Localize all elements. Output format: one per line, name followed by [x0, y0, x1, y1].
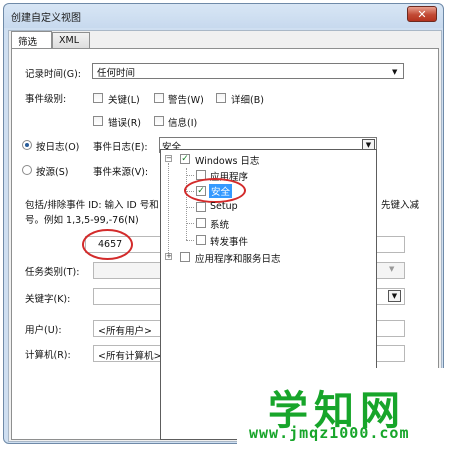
chevron-down-icon: ▼ [389, 265, 395, 273]
event-id-example: 号。例如 1,3,5-99,-76(N) [25, 215, 139, 226]
level-info-checkbox[interactable] [154, 116, 164, 126]
event-log-label: 事件日志(E): [93, 142, 148, 153]
logged-select[interactable]: 任何时间 [92, 63, 404, 79]
level-error-checkbox[interactable] [93, 116, 103, 126]
tree-line [186, 168, 187, 240]
chevron-down-icon: ▼ [365, 141, 372, 149]
tree-line [186, 175, 194, 176]
app-services-logs-checkbox[interactable] [180, 252, 190, 262]
level-verbose-checkbox[interactable] [216, 93, 226, 103]
user-label: 用户(U): [25, 325, 62, 336]
keywords-label: 关键字(K): [25, 294, 71, 305]
by-log-label: 按日志(O) [36, 142, 80, 153]
event-id-highlight-ring [82, 229, 133, 260]
by-source-radio[interactable] [22, 165, 32, 175]
by-log-radio[interactable] [22, 140, 32, 150]
event-source-label: 事件来源(V): [93, 167, 149, 178]
close-icon: ✕ [417, 7, 427, 21]
event-id-description: 包括/排除事件 ID: 输入 ID 号和 [25, 200, 159, 211]
task-category-label: 任务类别(T): [25, 267, 80, 278]
tree-app-services-logs: 应用程序和服务日志 [195, 254, 281, 265]
tab-filter[interactable]: 筛选器 [11, 31, 52, 62]
level-error-label: 错误(R) [108, 118, 142, 129]
windows-logs-checkbox[interactable]: ✓ [180, 154, 190, 164]
tree-item-setup[interactable]: Setup [210, 201, 238, 212]
level-warning-label: 警告(W) [168, 95, 204, 106]
level-critical-checkbox[interactable] [93, 93, 103, 103]
tree-collapse-toggle[interactable]: − [165, 155, 172, 162]
keywords-dropdown-arrow[interactable]: ▼ [388, 290, 401, 302]
level-verbose-label: 详细(B) [231, 95, 264, 106]
computer-value: <所有计算机> [98, 351, 162, 362]
by-source-label: 按源(S) [36, 167, 69, 178]
level-critical-label: 关键(L) [108, 95, 140, 106]
tree-expand-toggle[interactable]: + [165, 253, 172, 260]
tree-line [186, 207, 194, 208]
chevron-down-icon: ▼ [392, 68, 398, 76]
level-warning-checkbox[interactable] [154, 93, 164, 103]
log-setup-checkbox[interactable] [196, 202, 206, 212]
close-button[interactable]: ✕ [407, 6, 437, 22]
computer-label: 计算机(R): [25, 350, 71, 361]
level-info-label: 信息(I) [168, 118, 198, 129]
event-level-label: 事件级别: [25, 94, 67, 105]
watermark-url: www.jmqz1000.com [249, 424, 410, 442]
security-highlight-ring [184, 178, 246, 203]
tree-item-forwarded-events[interactable]: 转发事件 [210, 234, 248, 248]
tree-windows-logs: Windows 日志 [195, 156, 260, 167]
tree-line [168, 163, 169, 255]
window-title: 创建自定义视图 [11, 13, 81, 24]
tree-line [186, 223, 194, 224]
logged-value: 任何时间 [97, 68, 136, 79]
user-value: <所有用户> [98, 326, 152, 337]
chevron-down-icon: ▼ [391, 292, 398, 300]
logged-label: 记录时间(G): [25, 69, 81, 80]
event-id-description-right: 先键入减 [381, 200, 420, 211]
log-forwarded-checkbox[interactable] [196, 235, 206, 245]
tree-item-system[interactable]: 系统 [210, 217, 229, 231]
tree-line [186, 240, 194, 241]
tab-xml[interactable]: XML [52, 32, 90, 49]
log-system-checkbox[interactable] [196, 218, 206, 228]
